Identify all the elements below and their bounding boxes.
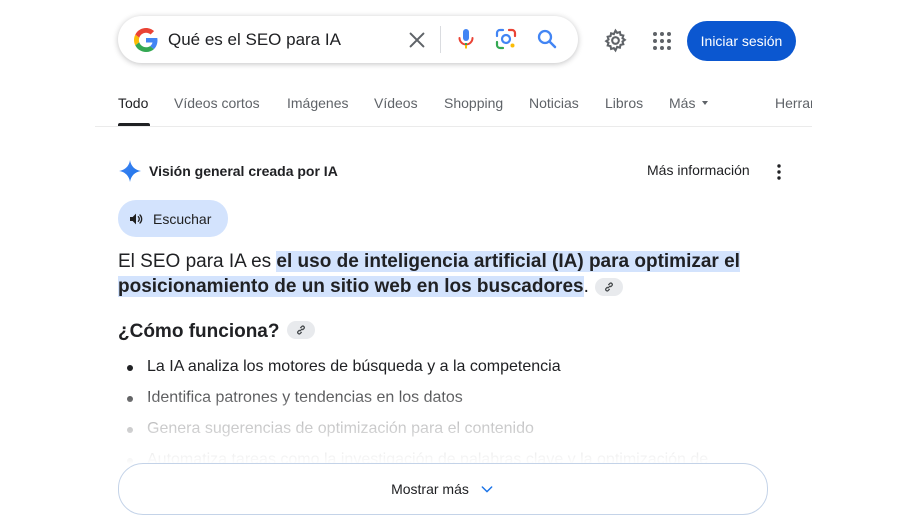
- tab-shopping[interactable]: Shopping: [444, 95, 503, 111]
- search-bar[interactable]: Qué es el SEO para IA: [118, 16, 578, 63]
- search-input[interactable]: Qué es el SEO para IA: [168, 30, 341, 50]
- search-tabs: Todo Vídeos cortos Imágenes Vídeos Shopp…: [0, 95, 812, 125]
- tab-all[interactable]: Todo: [118, 95, 148, 111]
- ai-answer: El SEO para IA es el uso de inteligencia…: [118, 249, 758, 299]
- signin-button[interactable]: Iniciar sesión: [687, 21, 796, 61]
- tab-news[interactable]: Noticias: [529, 95, 579, 111]
- mic-icon[interactable]: [454, 27, 478, 51]
- tab-short-videos[interactable]: Vídeos cortos: [174, 95, 260, 111]
- tab-tools[interactable]: Herramientas: [775, 95, 812, 111]
- answer-suffix: .: [583, 276, 589, 297]
- tab-books[interactable]: Libros: [605, 95, 643, 111]
- apps-grid-icon[interactable]: [650, 29, 674, 53]
- more-info-link[interactable]: Más información: [647, 162, 750, 178]
- show-more-button[interactable]: Mostrar más: [118, 463, 768, 515]
- how-heading-text: ¿Cómo funciona?: [118, 321, 280, 342]
- tab-videos[interactable]: Vídeos: [374, 95, 418, 111]
- listen-label: Escuchar: [153, 210, 212, 227]
- how-link-chip[interactable]: [287, 320, 316, 339]
- search-icon[interactable]: [535, 27, 559, 51]
- kebab-menu-icon[interactable]: [770, 162, 788, 182]
- clear-icon[interactable]: [406, 29, 428, 51]
- caret-down-icon: [702, 101, 709, 106]
- sparkle-icon: [119, 160, 141, 182]
- show-more-label: Mostrar más: [391, 481, 469, 497]
- gear-icon[interactable]: [603, 28, 628, 53]
- chevron-down-icon: [481, 486, 493, 493]
- list-item: La IA analiza los motores de búsqueda y …: [127, 357, 767, 388]
- listen-button[interactable]: Escuchar: [118, 200, 228, 237]
- speaker-icon: [130, 213, 143, 224]
- tab-images[interactable]: Imágenes: [287, 95, 348, 111]
- ai-overview-title: Visión general creada por IA: [149, 163, 338, 179]
- google-g-icon: [134, 28, 158, 52]
- lens-icon[interactable]: [494, 27, 518, 51]
- source-link-chip[interactable]: [594, 277, 623, 296]
- tabs-divider: [95, 126, 812, 127]
- link-icon: [297, 325, 306, 335]
- list-item: Genera sugerencias de optimización para …: [127, 419, 767, 450]
- link-icon: [604, 282, 613, 292]
- answer-prefix: El SEO para IA es: [118, 251, 277, 272]
- tab-more[interactable]: Más: [669, 95, 709, 111]
- how-it-works-heading: ¿Cómo funciona?: [118, 320, 316, 343]
- search-divider: [440, 26, 441, 53]
- tab-more-label: Más: [669, 95, 696, 111]
- list-item: Identifica patrones y tendencias en los …: [127, 388, 767, 419]
